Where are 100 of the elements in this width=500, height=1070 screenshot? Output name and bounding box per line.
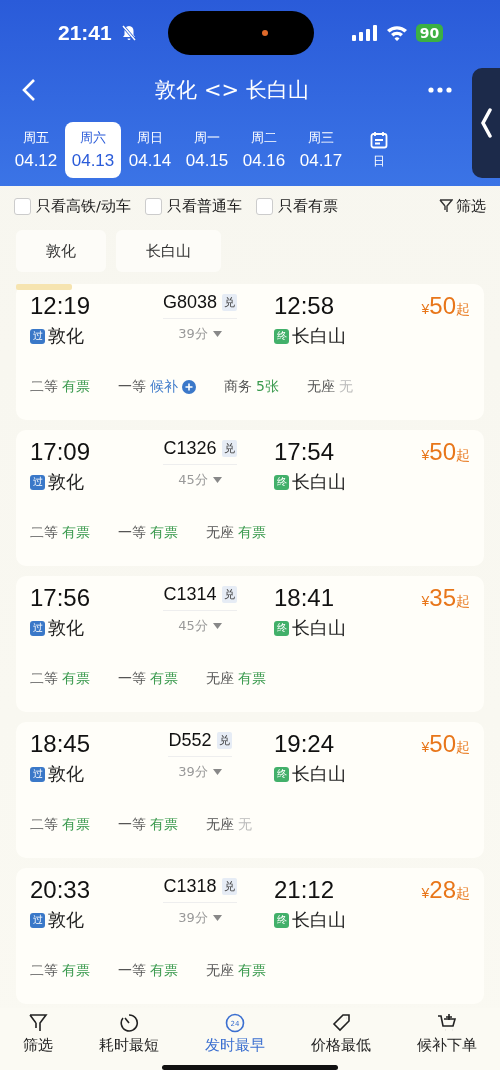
caret-icon bbox=[212, 331, 222, 337]
departure-station: 敦化 bbox=[48, 470, 84, 494]
exchange-badge: 兑 bbox=[222, 294, 237, 311]
seat-availability: 二等 有票 bbox=[30, 524, 90, 542]
departure-station: 敦化 bbox=[48, 762, 84, 786]
train-card[interactable]: 12:19 过 敦化 G8038 兑 39分 12:58 终 长白山 ¥50起 二等 有票 一等 候补 商务 5张 无座 无 bbox=[16, 284, 484, 420]
plus-icon[interactable] bbox=[182, 380, 196, 394]
departure-time: 18:45 bbox=[30, 730, 92, 758]
seat-availability: 商务 5张 bbox=[224, 378, 279, 396]
battery-level: 90 bbox=[415, 24, 444, 42]
departure-time: 12:19 bbox=[30, 292, 92, 320]
date-tab[interactable]: 周二 04.16 bbox=[236, 122, 292, 178]
arrival-time: 17:54 bbox=[274, 438, 336, 466]
more-icon[interactable] bbox=[428, 87, 452, 93]
route-title: 敦化 <> 长白山 bbox=[154, 77, 310, 104]
arrival-station: 长白山 bbox=[292, 324, 346, 348]
signal-icon bbox=[351, 25, 378, 41]
price: ¥50起 bbox=[421, 438, 470, 466]
train-number: C1326 bbox=[163, 438, 217, 459]
wifi-icon bbox=[385, 25, 408, 41]
exchange-badge: 兑 bbox=[221, 586, 237, 603]
sort-tab[interactable]: 候补下单 bbox=[417, 1012, 477, 1055]
departure-time: 20:33 bbox=[30, 876, 92, 904]
filter-icon bbox=[439, 199, 453, 213]
date-tab[interactable]: 周五 04.12 bbox=[8, 122, 64, 178]
seat-availability: 无座 有票 bbox=[206, 524, 266, 542]
date-tab[interactable]: 周三 04.17 bbox=[293, 122, 349, 178]
caret-icon bbox=[212, 769, 222, 775]
filter-checkbox[interactable]: 只看有票 bbox=[255, 196, 338, 216]
terminal-badge: 终 bbox=[274, 912, 289, 928]
price: ¥50起 bbox=[421, 292, 470, 320]
caret-icon bbox=[212, 477, 222, 483]
timer-icon bbox=[118, 1012, 140, 1034]
seat-availability: 无座 无 bbox=[306, 378, 353, 396]
filter-button[interactable]: 筛选 bbox=[439, 196, 486, 216]
departure-time: 17:09 bbox=[30, 438, 92, 466]
pass-badge: 过 bbox=[30, 328, 45, 344]
sort-tab[interactable]: 耗时最短 bbox=[99, 1012, 159, 1055]
seat-availability: 二等 有票 bbox=[30, 962, 90, 980]
arrival-time: 19:24 bbox=[274, 730, 336, 758]
filter-checkbox[interactable]: 只看普通车 bbox=[144, 196, 242, 216]
train-card[interactable]: 17:09 过 敦化 C1326 兑 45分 17:54 终 长白山 ¥50起 二等 有票 一等 有票 无座 有票 bbox=[16, 430, 484, 566]
terminal-badge: 终 bbox=[274, 328, 289, 344]
sort-tab[interactable]: 价格最低 bbox=[311, 1012, 371, 1055]
side-panel-handle[interactable] bbox=[472, 68, 500, 178]
exchange-badge: 兑 bbox=[216, 732, 232, 749]
arrival-time: 21:12 bbox=[274, 876, 336, 904]
date-tab[interactable]: 周日 04.14 bbox=[122, 122, 178, 178]
pass-badge: 过 bbox=[30, 912, 45, 928]
sort-tab[interactable]: 筛选 bbox=[23, 1012, 53, 1055]
terminal-badge: 终 bbox=[274, 620, 289, 636]
terminal-badge: 终 bbox=[274, 766, 289, 782]
seat-availability: 一等 有票 bbox=[118, 524, 178, 542]
price: ¥35起 bbox=[421, 584, 470, 612]
seat-availability: 一等 有票 bbox=[118, 816, 178, 834]
seat-availability: 一等 有票 bbox=[118, 962, 178, 980]
pass-badge: 过 bbox=[30, 766, 45, 782]
caret-icon bbox=[212, 915, 222, 921]
date-tab[interactable]: 周六 04.13 bbox=[65, 122, 121, 178]
caret-icon bbox=[212, 623, 222, 629]
seat-availability: 无座 有票 bbox=[206, 962, 266, 980]
seat-availability: 一等 候补 bbox=[118, 378, 196, 396]
station-chip[interactable]: 长白山 bbox=[116, 230, 221, 272]
date-tab[interactable]: 周一 04.15 bbox=[179, 122, 235, 178]
seat-availability: 无座 无 bbox=[206, 816, 252, 834]
pass-badge: 过 bbox=[30, 620, 45, 636]
arrival-station: 长白山 bbox=[292, 616, 346, 640]
arrival-station: 长白山 bbox=[292, 762, 346, 786]
train-card[interactable]: 17:56 过 敦化 C1314 兑 45分 18:41 终 长白山 ¥35起 二等 有票 一等 有票 无座 有票 bbox=[16, 576, 484, 712]
arrival-station: 长白山 bbox=[292, 908, 346, 932]
price: ¥28起 bbox=[421, 876, 470, 904]
exchange-badge: 兑 bbox=[221, 440, 237, 457]
train-card[interactable]: 18:45 过 敦化 D552 兑 39分 19:24 终 长白山 ¥50起 二等 有票 一等 有票 无座 无 bbox=[16, 722, 484, 858]
calendar-button[interactable]: 日 bbox=[370, 130, 388, 170]
terminal-badge: 终 bbox=[274, 474, 289, 490]
train-number: G8038 bbox=[162, 292, 217, 313]
departure-time: 17:56 bbox=[30, 584, 92, 612]
train-card[interactable]: 20:33 过 敦化 C1318 兑 39分 21:12 终 长白山 ¥28起 二等 有票 一等 有票 无座 有票 bbox=[16, 868, 484, 1004]
seat-availability: 一等 有票 bbox=[118, 670, 178, 688]
exchange-badge: 兑 bbox=[221, 878, 237, 895]
arrival-station: 长白山 bbox=[292, 470, 346, 494]
departure-station: 敦化 bbox=[48, 616, 84, 640]
price-tag-icon bbox=[330, 1012, 352, 1034]
station-chip[interactable]: 敦化 bbox=[16, 230, 106, 272]
departure-station: 敦化 bbox=[48, 908, 84, 932]
seat-availability: 二等 有票 bbox=[30, 378, 90, 396]
back-icon[interactable] bbox=[22, 78, 36, 102]
train-number: C1314 bbox=[163, 584, 217, 605]
status-time: 21:41 bbox=[58, 21, 112, 45]
arrival-time: 12:58 bbox=[274, 292, 336, 320]
muted-bell-icon bbox=[119, 24, 138, 42]
filter-checkbox[interactable]: 只看高铁/动车 bbox=[14, 196, 131, 216]
train-number: C1318 bbox=[163, 876, 217, 897]
filter-icon bbox=[27, 1012, 49, 1034]
pass-badge: 过 bbox=[30, 474, 45, 490]
train-number: D552 bbox=[168, 730, 212, 751]
seat-availability: 二等 有票 bbox=[30, 816, 90, 834]
price: ¥50起 bbox=[421, 730, 470, 758]
arrival-time: 18:41 bbox=[274, 584, 336, 612]
departure-station: 敦化 bbox=[48, 324, 84, 348]
